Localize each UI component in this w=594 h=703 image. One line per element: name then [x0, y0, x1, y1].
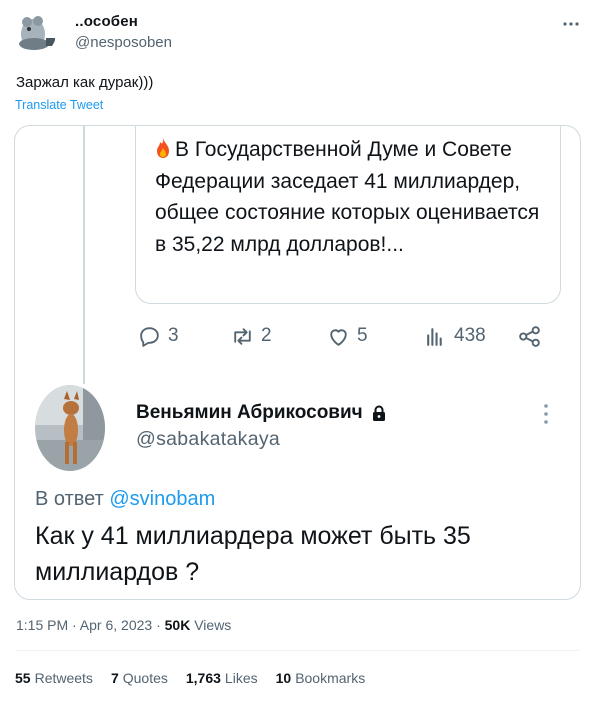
lock-icon [372, 405, 385, 421]
retweet-count: 2 [261, 325, 272, 346]
bookmarks-stat[interactable]: 10 Bookmarks [276, 670, 366, 686]
reply-author-name-text: Веньямин Абрикосович [136, 402, 363, 423]
like-icon [330, 328, 347, 346]
reply-author-name[interactable]: Веньямин Абрикосович [136, 402, 386, 424]
retweet-icon [234, 327, 251, 345]
thread-line [83, 126, 85, 384]
quotes-count: 7 [110, 670, 119, 686]
likes-count: 1,763 [185, 670, 221, 686]
likes-stat[interactable]: 1,763 Likes [186, 670, 258, 686]
author-avatar[interactable] [16, 14, 56, 54]
share-icon [519, 325, 540, 347]
quotes-stat[interactable]: 7 Quotes [111, 670, 168, 686]
author-name[interactable]: ..особен [75, 13, 138, 30]
tweet-text: Заржал как дурак))) [16, 74, 154, 91]
engagement-stats: 55 Retweets 7 Quotes 1,763 Likes 10 Bookmark… [15, 670, 365, 686]
likes-label: Likes [224, 670, 258, 686]
fire-icon [157, 138, 169, 158]
reply-count: 3 [168, 325, 179, 346]
more-icon[interactable] [539, 401, 553, 427]
quotes-label: Quotes [122, 670, 168, 686]
author-handle[interactable]: @nesposoben [75, 34, 172, 51]
reply-author-avatar[interactable] [35, 385, 105, 471]
bookmarks-label: Bookmarks [295, 670, 366, 686]
tweet-timestamp[interactable]: 1:15 PM · Apr 6, 2023 · [16, 617, 165, 633]
embedded-thread-card[interactable]: В Государственной Думе и Совете Федераци… [14, 125, 581, 600]
views-total: 50K [164, 617, 191, 633]
views-icon [427, 327, 442, 346]
retweets-count: 55 [15, 670, 31, 686]
reply-icon [140, 326, 159, 347]
divider [15, 650, 579, 651]
reply-action[interactable]: 3 [137, 323, 179, 349]
retweets-label: Retweets [34, 670, 93, 686]
quoted-tweet-body: В Государственной Думе и Совете Федераци… [155, 138, 540, 256]
views-count: 438 [454, 325, 486, 346]
like-count: 5 [357, 325, 368, 346]
views-action[interactable]: 438 [423, 323, 486, 349]
like-action[interactable]: 5 [326, 323, 368, 349]
views-label: Views [190, 617, 232, 633]
retweet-action[interactable]: 2 [230, 323, 272, 349]
tweet-meta: 1:15 PM · Apr 6, 2023 · 50K Views [16, 617, 231, 633]
reply-text: Как у 41 миллиардера может быть 35 милли… [35, 522, 471, 586]
reply-prefix: В ответ [35, 488, 104, 510]
quoted-tweet-text: В Государственной Думе и Совете Федераци… [155, 134, 550, 260]
more-icon[interactable] [561, 14, 581, 34]
reply-to-line: В ответ @svinobam [35, 488, 215, 511]
retweets-stat[interactable]: 55 Retweets [15, 670, 93, 686]
bookmarks-count: 10 [275, 670, 292, 686]
reply-author-handle[interactable]: @sabakatakaya [136, 428, 280, 451]
translate-tweet-link[interactable]: Translate Tweet [15, 98, 103, 112]
reply-mention-link[interactable]: @svinobam [109, 488, 215, 510]
share-action[interactable] [517, 323, 548, 349]
